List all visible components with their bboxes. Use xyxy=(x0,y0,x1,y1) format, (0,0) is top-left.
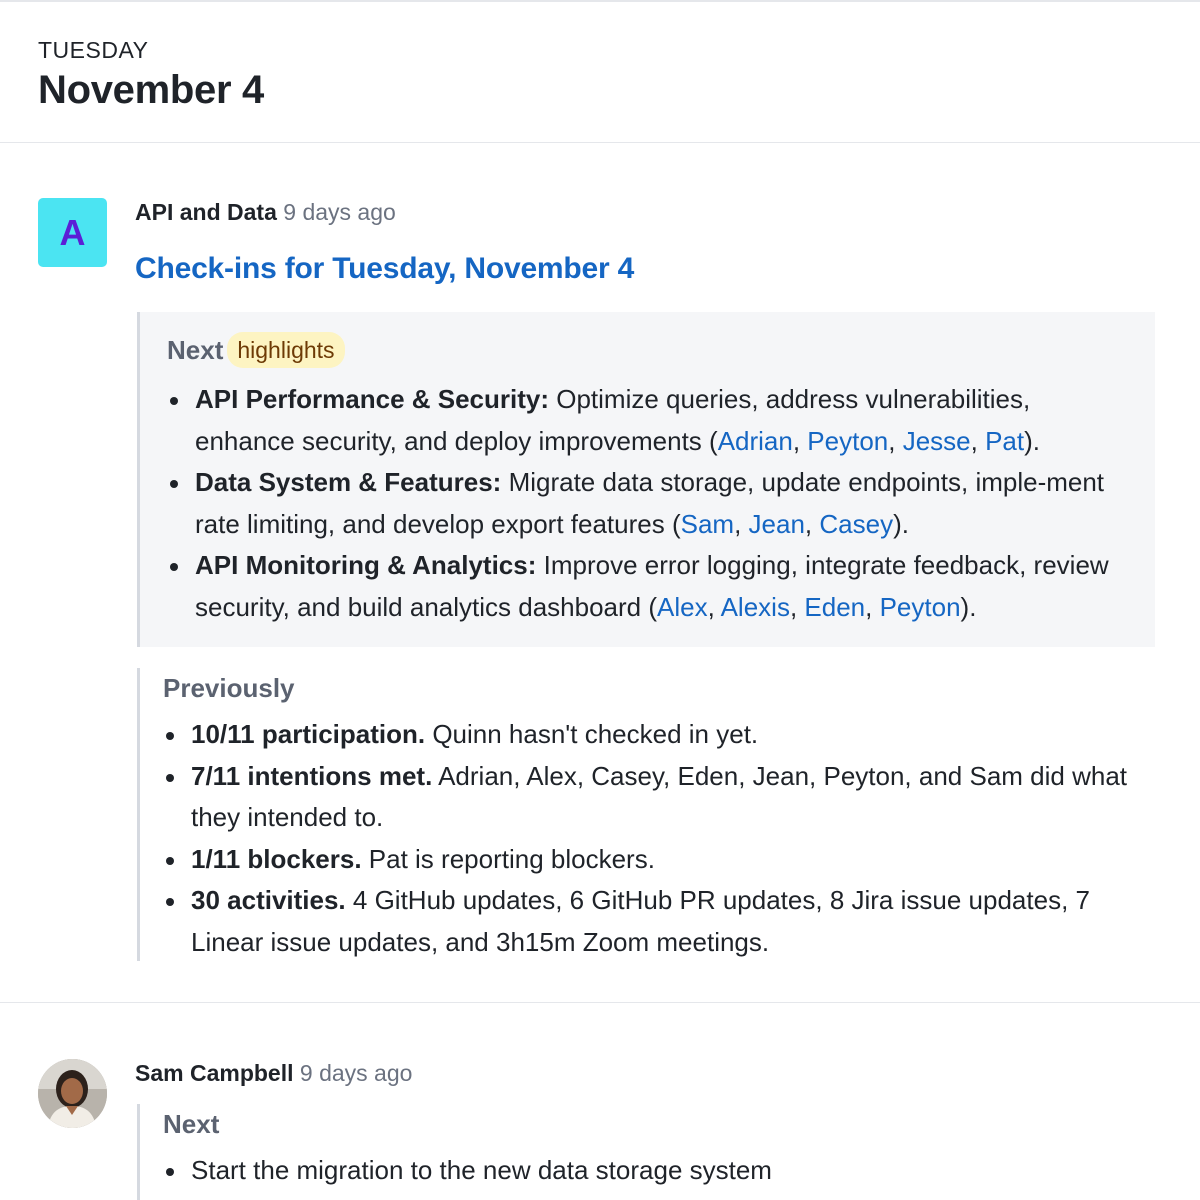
previously-label: Previously xyxy=(163,673,295,703)
person-link[interactable]: Casey xyxy=(819,509,893,539)
person-link[interactable]: Alex xyxy=(657,592,708,622)
highlight-end: ). xyxy=(1024,425,1040,456)
next-header: Next highlights xyxy=(167,332,345,368)
previously-item: 30 activities. 4 GitHub updates, 6 GitHu… xyxy=(164,880,1154,963)
highlight-item: Data System & Features: Migrate data sto… xyxy=(168,462,1128,545)
person-link[interactable]: Peyton xyxy=(807,426,888,456)
highlight-end: ). xyxy=(893,508,909,539)
day-weekday: TUESDAY xyxy=(38,37,149,63)
sam-next-section: Next Start the migration to the new data… xyxy=(137,1104,1155,1200)
sam-next-item: Start the migration to the new data stor… xyxy=(164,1150,1154,1192)
highlight-heading: Data System & Features: xyxy=(195,467,502,497)
header-divider xyxy=(0,142,1200,143)
person-link[interactable]: Adrian xyxy=(718,426,793,456)
person-link[interactable]: Sam xyxy=(681,509,734,539)
previously-list: 10/11 participation. Quinn hasn't checke… xyxy=(164,714,1154,963)
post-time[interactable]: 9 days ago xyxy=(300,1060,413,1086)
previously-text: Quinn hasn't checked in yet. xyxy=(425,719,759,749)
highlights-badge: highlights xyxy=(227,332,345,368)
day-header: TUESDAY November 4 xyxy=(38,36,264,114)
next-highlights-section: Next highlights API Performance & Securi… xyxy=(137,312,1155,647)
person-photo-icon xyxy=(38,1059,107,1128)
person-link[interactable]: Jean xyxy=(749,509,805,539)
previously-heading: 7/11 intentions met. xyxy=(191,760,433,791)
previously-heading: 30 activities. xyxy=(191,885,346,915)
previously-item: 1/11 blockers. Pat is reporting blockers… xyxy=(164,839,1154,881)
highlight-end: ). xyxy=(960,591,977,622)
highlight-item: API Monitoring & Analytics: Improve erro… xyxy=(168,545,1128,628)
previously-text: Pat is reporting blockers. xyxy=(361,843,655,874)
highlight-heading: API Performance & Security: xyxy=(195,384,550,414)
post-author[interactable]: API and Data xyxy=(135,199,277,225)
person-link[interactable]: Jesse xyxy=(903,426,971,456)
person-link[interactable]: Alexis xyxy=(721,592,790,622)
highlight-item: API Performance & Security: Optimize que… xyxy=(168,379,1128,462)
user-avatar[interactable] xyxy=(38,1059,107,1128)
day-date: November 4 xyxy=(38,68,264,112)
post-title-link[interactable]: Check-ins for Tuesday, November 4 xyxy=(135,250,634,288)
previously-item: 7/11 intentions met. Adrian, Alex, Casey… xyxy=(164,756,1154,839)
highlight-heading: API Monitoring & Analytics: xyxy=(195,550,537,580)
person-link[interactable]: Pat xyxy=(985,426,1024,456)
person-link[interactable]: Peyton xyxy=(880,592,961,622)
next-label: Next xyxy=(163,1109,220,1139)
person-link[interactable]: Eden xyxy=(804,592,865,622)
next-label: Next xyxy=(167,335,224,365)
top-rule xyxy=(0,0,1200,2)
next-list: API Performance & Security: Optimize que… xyxy=(168,379,1128,628)
post-divider xyxy=(0,1002,1200,1003)
previously-heading: 1/11 blockers. xyxy=(191,843,362,874)
previously-item: 10/11 participation. Quinn hasn't checke… xyxy=(164,714,1154,756)
team-avatar[interactable]: A xyxy=(38,198,107,267)
post-time[interactable]: 9 days ago xyxy=(283,199,396,225)
sam-next-list: Start the migration to the new data stor… xyxy=(164,1150,1154,1192)
post-author[interactable]: Sam Campbell xyxy=(135,1060,294,1086)
previously-section: Previously 10/11 participation. Quinn ha… xyxy=(137,668,1155,961)
post-meta: API and Data 9 days ago xyxy=(135,198,396,226)
previously-heading: 10/11 participation. xyxy=(191,719,426,749)
post-meta: Sam Campbell 9 days ago xyxy=(135,1059,412,1087)
